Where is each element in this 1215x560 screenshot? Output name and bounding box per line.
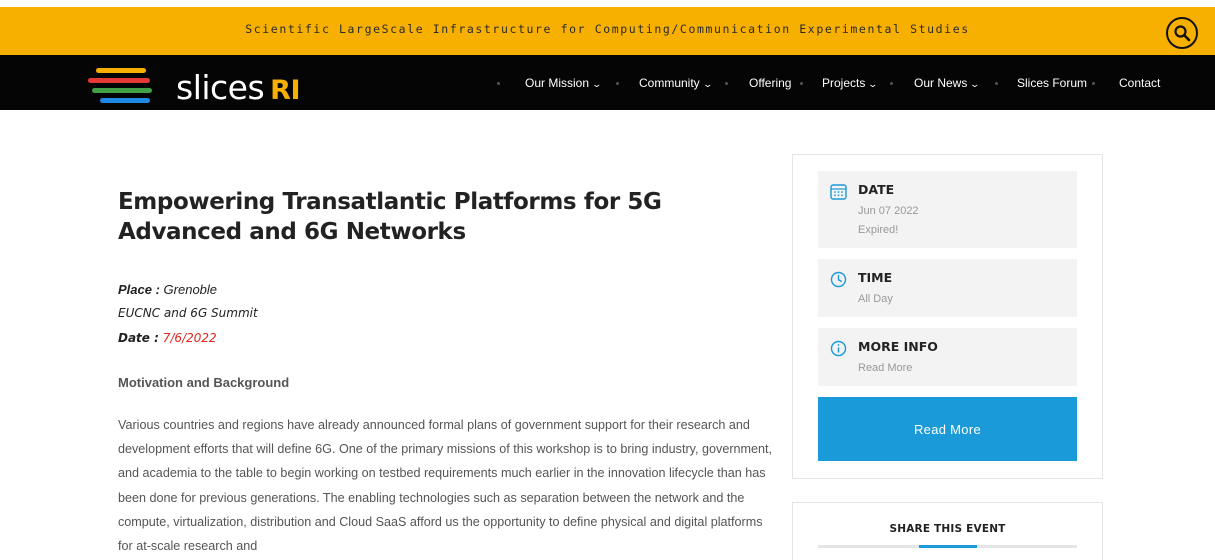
menu-separator — [995, 82, 998, 85]
search-icon — [1174, 25, 1191, 42]
event-date: Date : 7/6/2022 — [118, 331, 217, 345]
share-divider — [818, 545, 1077, 548]
date-label: DATE — [858, 182, 895, 197]
time-label: TIME — [858, 270, 893, 285]
nav-item-our-news[interactable]: Our News ⌄ — [914, 76, 981, 90]
more-info-label: MORE INFO — [858, 339, 938, 354]
nav-item-projects[interactable]: Projects ⌄ — [822, 76, 879, 90]
site-tagline: Scientific LargeScale Infrastructure for… — [245, 22, 970, 36]
menu-separator — [616, 82, 619, 85]
nav-item-slices-forum[interactable]: Slices Forum — [1017, 76, 1087, 90]
top-banner: Scientific LargeScale Infrastructure for… — [0, 7, 1215, 55]
chevron-down-icon: ⌄ — [591, 79, 603, 89]
place-value: Grenoble — [163, 282, 218, 297]
menu-separator — [890, 82, 893, 85]
time-info-box: TIME All Day — [818, 259, 1077, 317]
expired-status: Expired! — [858, 224, 899, 236]
date-value: 7/6/2022 — [162, 331, 217, 345]
place-label: Place : — [118, 282, 160, 297]
chevron-down-icon: ⌄ — [867, 79, 879, 89]
clock-icon — [830, 271, 847, 288]
nav-label: Offering — [749, 76, 792, 90]
share-event-card: SHARE THIS EVENT — [792, 502, 1103, 560]
event-summit: EUCNC and 6G Summit — [118, 306, 258, 320]
menu-separator — [725, 82, 728, 85]
section-heading: Motivation and Background — [118, 375, 290, 390]
nav-item-contact[interactable]: Contact — [1119, 76, 1160, 90]
nav-label: Our News — [914, 76, 968, 90]
read-more-button[interactable]: Read More — [818, 397, 1077, 461]
share-title: SHARE THIS EVENT — [889, 523, 1006, 535]
menu-separator — [497, 82, 500, 85]
nav-label: Contact — [1119, 76, 1161, 90]
more-info-box: MORE INFO Read More — [818, 328, 1077, 386]
menu-separator — [1092, 82, 1095, 85]
event-description: Various countries and regions have alrea… — [118, 418, 773, 554]
site-logo[interactable]: slices RI — [88, 67, 318, 113]
event-title: Empowering Transatlantic Platforms for 5… — [118, 189, 662, 245]
info-icon — [830, 340, 847, 357]
date-info-box: DATE Jun 07 2022 Expired! — [818, 171, 1077, 248]
more-info-link[interactable]: Read More — [858, 362, 912, 374]
main-navbar: slices RI Our Mission ⌄ Community ⌄ Offerin… — [0, 55, 1215, 110]
menu-separator — [800, 82, 803, 85]
chevron-down-icon: ⌄ — [702, 79, 713, 89]
date-value: Jun 07 2022 — [858, 205, 919, 217]
share-divider-accent — [919, 545, 977, 548]
nav-label: Slices Forum — [1017, 76, 1088, 90]
date-label: Date : — [118, 331, 159, 345]
nav-label: Projects — [822, 76, 866, 90]
nav-item-offering[interactable]: Offering — [749, 76, 791, 90]
event-place: Place : Grenoble — [118, 282, 217, 297]
nav-label: Community — [639, 76, 700, 90]
nav-label: Our Mission — [525, 76, 590, 90]
time-value: All Day — [858, 293, 893, 305]
nav-item-our-mission[interactable]: Our Mission ⌄ — [525, 76, 603, 90]
logo-wordmark: slices RI — [176, 68, 301, 107]
event-details-card: DATE Jun 07 2022 Expired! TIME All Day M… — [792, 154, 1103, 479]
nav-item-community[interactable]: Community ⌄ — [639, 76, 713, 90]
logo-suffix: RI — [270, 75, 301, 106]
chevron-down-icon: ⌄ — [969, 79, 981, 89]
logo-text: slices — [176, 68, 265, 107]
search-button[interactable] — [1166, 17, 1198, 49]
calendar-icon — [830, 184, 847, 200]
logo-stripes-icon — [88, 68, 152, 103]
